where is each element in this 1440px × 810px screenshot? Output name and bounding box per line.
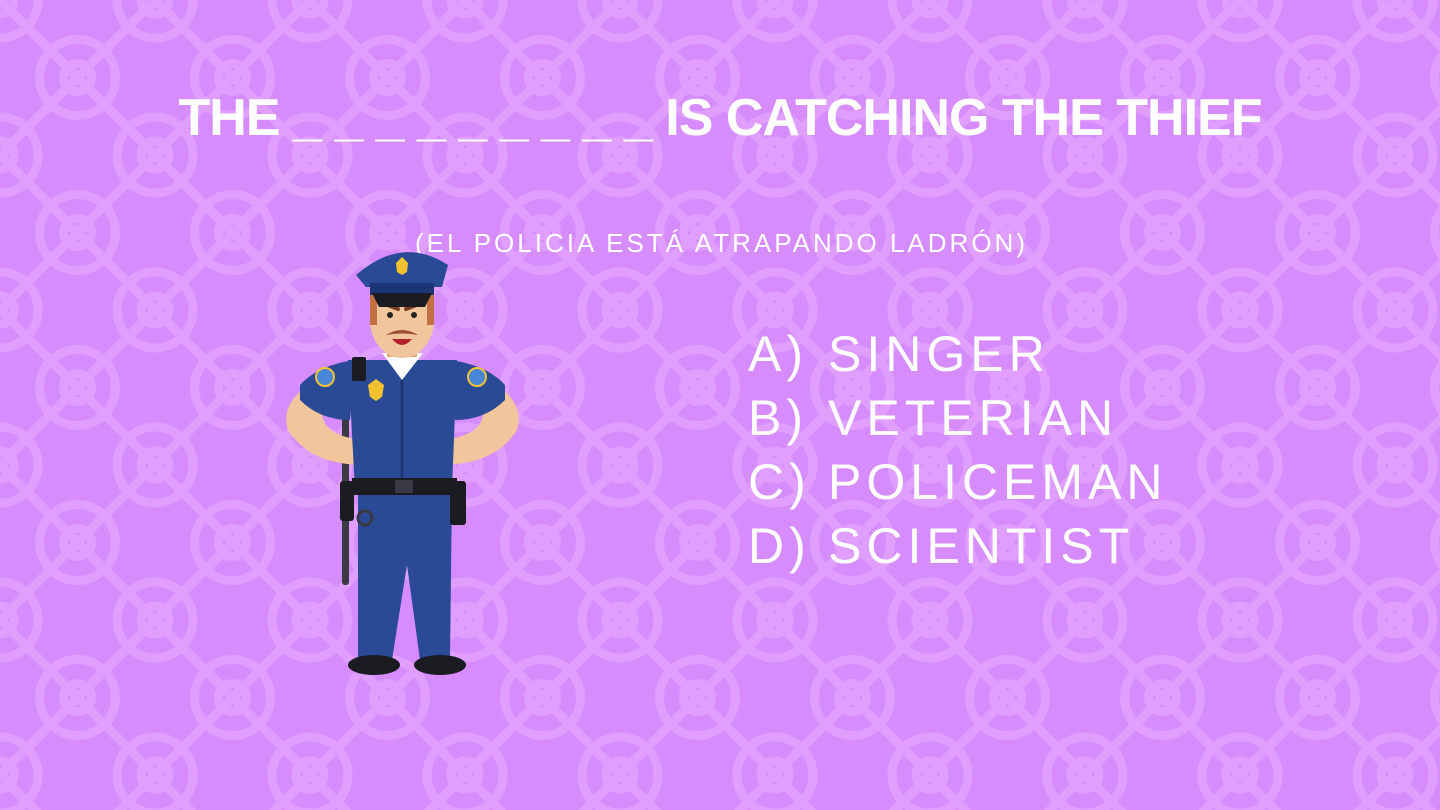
option-c-letter: C)	[748, 454, 811, 510]
option-d-label: SCIENTIST	[828, 518, 1135, 574]
option-a[interactable]: A) SINGER	[748, 322, 1168, 386]
option-a-label: SINGER	[828, 326, 1050, 382]
policeman-illustration	[286, 252, 519, 675]
option-c[interactable]: C) POLICEMAN	[748, 450, 1168, 514]
option-b-letter: B)	[748, 390, 808, 446]
option-c-label: POLICEMAN	[828, 454, 1168, 510]
answer-options: A) SINGER B) VETERIAN C) POLICEMAN D) SCIENT…	[748, 322, 1168, 578]
option-b-label: VETERIAN	[828, 390, 1119, 446]
option-d-letter: D)	[748, 518, 811, 574]
option-d[interactable]: D) SCIENTIST	[748, 514, 1168, 578]
option-b[interactable]: B) VETERIAN	[748, 386, 1168, 450]
question-text: THE _ _ _ _ _ _ _ _ _ IS CATCHING THE TH…	[178, 89, 1263, 147]
option-a-letter: A)	[748, 326, 808, 382]
